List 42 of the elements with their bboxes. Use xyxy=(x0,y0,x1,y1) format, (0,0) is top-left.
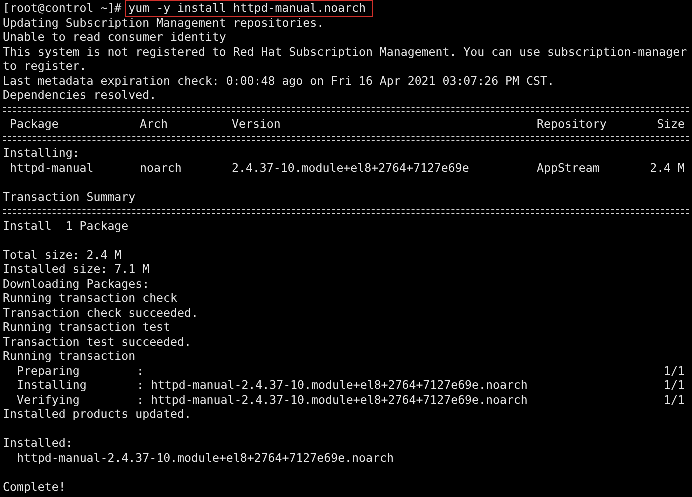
column-header: Repository xyxy=(537,117,608,132)
step-label: Preparing xyxy=(17,364,81,378)
table-cell: 2.4 M xyxy=(650,160,685,175)
output-line: Last metadata expiration check: 0:00:48 ago on Fri 16 Apr 2021 03:07:26 PM CST. xyxy=(3,74,554,88)
table-cell-text: AppStream xyxy=(537,160,601,175)
output-line: httpd-manual-2.4.37-10.module+el8+2764+7127e69e.noarch xyxy=(17,450,394,465)
output-line: Installed: xyxy=(3,436,73,450)
output-line: Install 1 Package xyxy=(3,218,129,233)
output-line: This system is not registered to Red Hat Subscription Management. You can use subscription-manager xyxy=(3,44,688,59)
step-label: Verifying xyxy=(17,392,81,407)
table-cell-text: 2.4.37-10.module+el8+2764+7127e69e xyxy=(232,160,470,175)
output-line: Total size: 2.4 M xyxy=(3,248,122,262)
output-line: Downloading Packages: xyxy=(3,276,150,291)
output-line: to register. xyxy=(3,59,87,74)
step-detail: : httpd-manual-2.4.37-10.module+el8+2764+7127e69e.noarch xyxy=(137,378,529,392)
output-line: Complete! xyxy=(3,480,66,494)
output-line: Running transaction check xyxy=(3,291,178,306)
table-cell-text: httpd-manual xyxy=(10,160,95,175)
table-cell-text: noarch xyxy=(140,160,183,175)
column-header: Arch xyxy=(140,117,169,132)
step-count: 1/1 xyxy=(664,378,685,392)
step-detail: : xyxy=(137,364,145,378)
command-text: yum -y install httpd-manual.noarch xyxy=(124,0,373,17)
shell-prompt: [root@control ~]# xyxy=(3,1,122,16)
output-line: Dependencies resolved. xyxy=(3,88,157,102)
output-line: Running transaction xyxy=(3,349,136,364)
output-line: Installed size: 7.1 M xyxy=(3,262,150,276)
step-count: 1/1 xyxy=(664,364,685,378)
output-line: Installing: xyxy=(3,146,80,160)
output-line: Transaction check succeeded. xyxy=(3,306,198,320)
output-line: Transaction test succeeded. xyxy=(3,334,192,349)
step-count: 1/1 xyxy=(664,392,685,407)
step-label: Installing xyxy=(17,378,88,392)
column-header: Version xyxy=(232,117,282,132)
column-header: Package xyxy=(10,117,60,132)
column-header: Size xyxy=(657,117,685,132)
output-line: Installed products updated. xyxy=(3,407,192,422)
output-line: Updating Subscription Management repositories. xyxy=(3,16,324,30)
step-detail: : httpd-manual-2.4.37-10.module+el8+2764+7127e69e.noarch xyxy=(137,392,529,407)
output-line: Transaction Summary xyxy=(3,190,136,204)
output-line: Running transaction test xyxy=(3,320,171,334)
output-line: Unable to read consumer identity xyxy=(3,30,226,44)
